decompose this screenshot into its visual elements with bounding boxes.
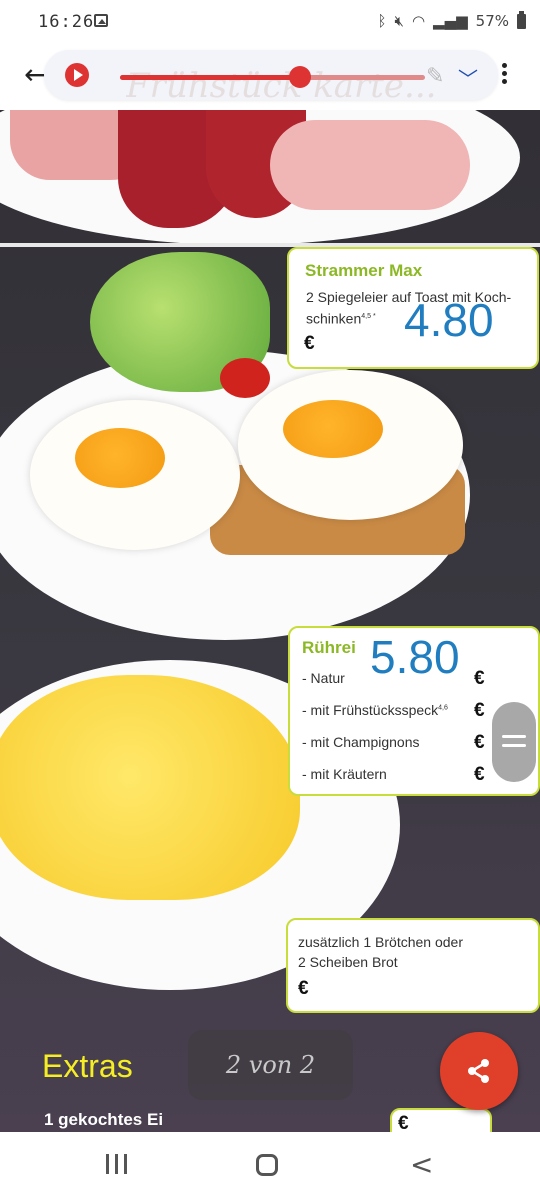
recent-apps-icon[interactable] [106, 1154, 130, 1174]
extras-title: Extras [42, 1048, 133, 1084]
ruehrei-option: - mit Champignons [302, 734, 420, 750]
more-vert-icon[interactable] [502, 63, 508, 87]
signal-icon: ▂▄▆ [433, 12, 468, 30]
ruehrei-option: - Natur [302, 670, 345, 686]
pencil-icon[interactable]: ✎ [426, 64, 444, 89]
extras-price-card: € [390, 1108, 492, 1132]
status-bar: 16:26 ᛒ 🔇︎ ◠ ▂▄▆ 57% [0, 0, 540, 44]
battery-icon [517, 10, 526, 29]
gallery-icon [94, 14, 108, 27]
ruehrei-price: 5.80 [370, 631, 460, 683]
back-icon[interactable]: < [410, 1148, 433, 1181]
currency-symbol: € [474, 668, 485, 689]
fried-egg [30, 400, 240, 550]
audio-seek-thumb[interactable] [288, 66, 311, 88]
currency-symbol: € [474, 764, 485, 785]
strammer-max-desc-2: schinken4,5 * [306, 310, 376, 327]
tomato-garnish [220, 358, 270, 398]
audio-player-pill: Frühstück karte... ✎ ﹀ [44, 50, 498, 106]
zusatz-line-2: 2 Scheiben Brot [298, 954, 398, 970]
ham-slice [270, 120, 470, 210]
drag-handle-icon[interactable] [492, 702, 536, 782]
menu-image: Strammer Max 2 Spiegeleier auf Toast mit… [0, 110, 540, 1132]
play-icon[interactable] [65, 63, 89, 87]
ruehrei-title: Rührei [302, 638, 356, 657]
share-icon [468, 1059, 489, 1083]
app-toolbar: ← Frühstück karte... ✎ ﹀ [0, 44, 540, 110]
battery-percent: 57% [475, 12, 509, 30]
scrambled-eggs [0, 675, 300, 900]
home-icon[interactable] [256, 1154, 278, 1176]
strammer-max-card: Strammer Max 2 Spiegeleier auf Toast mit… [287, 247, 539, 369]
zusatz-card: zusätzlich 1 Brötchen oder 2 Scheiben Br… [286, 918, 540, 1013]
status-time: 16:26 [38, 12, 95, 32]
bluetooth-icon: ᛒ [377, 12, 387, 30]
fried-egg [238, 370, 463, 520]
currency-symbol: € [298, 978, 309, 999]
audio-seek-bar[interactable] [120, 66, 425, 88]
ruehrei-option: - mit Kräutern [302, 766, 387, 782]
chevron-down-icon[interactable]: ﹀ [458, 63, 478, 92]
extras-item: 1 gekochtes Ei [44, 1110, 164, 1129]
currency-symbol: € [474, 732, 485, 753]
ruehrei-option: - mit Frühstücksspeck4,6 [302, 702, 448, 718]
strammer-max-price: 4.80 [404, 294, 494, 346]
strammer-max-title: Strammer Max [305, 261, 423, 280]
wifi-icon: ◠ [411, 12, 426, 30]
status-icons: ᛒ 🔇︎ ◠ ▂▄▆ 57% [377, 10, 526, 30]
share-button[interactable] [440, 1032, 518, 1110]
zusatz-line-1: zusätzlich 1 Brötchen oder [298, 934, 463, 950]
audio-seek-fill [120, 75, 300, 80]
currency-symbol: € [304, 333, 315, 354]
page-indicator: 2 von 2 [188, 1030, 353, 1100]
navigation-bar: < [0, 1132, 540, 1200]
currency-symbol: € [474, 700, 485, 721]
currency-symbol: € [398, 1113, 409, 1132]
mute-icon: 🔇︎ [394, 12, 404, 30]
